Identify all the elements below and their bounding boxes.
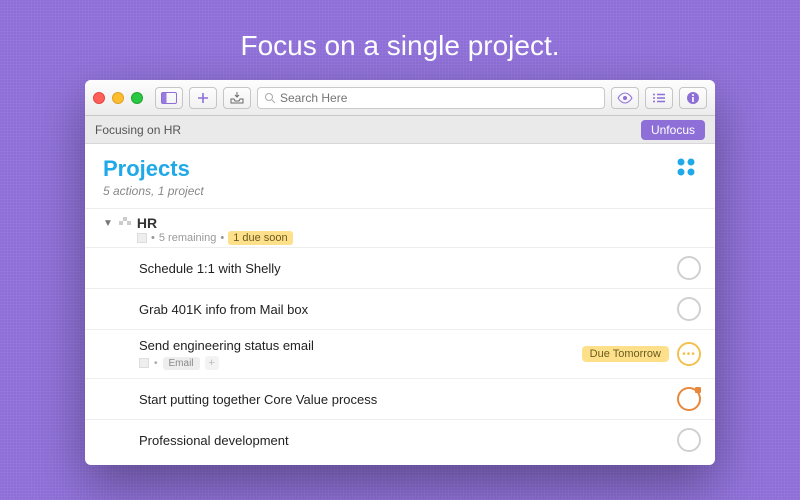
focus-bar-text: Focusing on HR xyxy=(95,123,181,137)
quick-entry-button[interactable] xyxy=(223,87,251,109)
task-tags: •Email+ xyxy=(139,356,574,370)
task-list: Schedule 1:1 with Shelly Grab 401K info f… xyxy=(85,247,715,460)
info-icon xyxy=(686,91,700,105)
task-status-circle[interactable]: ••• xyxy=(677,342,701,366)
perspective-title: Projects xyxy=(103,156,204,182)
projects-icon xyxy=(675,156,697,178)
task-row[interactable]: Grab 401K info from Mail box xyxy=(85,288,715,329)
add-button[interactable] xyxy=(189,87,217,109)
tag-chip[interactable]: Email xyxy=(163,357,200,370)
task-row[interactable]: Professional development xyxy=(85,419,715,460)
perspective-header: Projects 5 actions, 1 project xyxy=(85,144,715,208)
task-row[interactable]: Schedule 1:1 with Shelly xyxy=(85,247,715,288)
task-row[interactable]: Start putting together Core Value proces… xyxy=(85,378,715,419)
project-name: HR xyxy=(137,215,157,231)
list-icon xyxy=(652,93,666,103)
flag-placeholder-icon xyxy=(139,358,149,368)
zoom-window-button[interactable] xyxy=(131,92,143,104)
app-window: Focusing on HR Unfocus Projects 5 action… xyxy=(85,80,715,465)
project-type-icon xyxy=(119,217,131,229)
focus-bar: Focusing on HR Unfocus xyxy=(85,116,715,144)
toolbar xyxy=(85,80,715,116)
list-view-button[interactable] xyxy=(645,87,673,109)
content-area: Projects 5 actions, 1 project ▼ HR xyxy=(85,144,715,465)
task-status-circle[interactable] xyxy=(677,387,701,411)
task-status-circle[interactable] xyxy=(677,256,701,280)
window-controls xyxy=(93,92,143,104)
eye-icon xyxy=(617,92,633,104)
task-title: Start putting together Core Value proces… xyxy=(139,392,669,407)
search-icon xyxy=(264,92,276,104)
project-row[interactable]: ▼ HR • 5 remaining • 1 due soon xyxy=(85,208,715,247)
due-badge: Due Tomorrow xyxy=(582,346,669,362)
task-title: Professional development xyxy=(139,433,669,448)
hero-title: Focus on a single project. xyxy=(0,30,800,62)
plus-icon xyxy=(197,92,209,104)
task-title: Grab 401K info from Mail box xyxy=(139,302,669,317)
add-tag-button[interactable]: + xyxy=(205,356,219,370)
perspective-icon[interactable] xyxy=(675,156,697,178)
project-remaining-count: 5 remaining xyxy=(159,232,216,244)
task-status-circle[interactable] xyxy=(677,297,701,321)
inspector-button[interactable] xyxy=(679,87,707,109)
view-button[interactable] xyxy=(611,87,639,109)
task-status-circle[interactable] xyxy=(677,428,701,452)
sidebar-toggle-button[interactable] xyxy=(155,87,183,109)
task-title: Send engineering status email xyxy=(139,338,574,353)
project-due-badge: 1 due soon xyxy=(228,231,292,245)
unfocus-button[interactable]: Unfocus xyxy=(641,120,705,140)
close-window-button[interactable] xyxy=(93,92,105,104)
sidebar-icon xyxy=(161,92,177,104)
task-row[interactable]: Send engineering status email•Email+Due … xyxy=(85,329,715,378)
search-field[interactable] xyxy=(257,87,605,109)
minimize-window-button[interactable] xyxy=(112,92,124,104)
search-input[interactable] xyxy=(280,91,598,105)
inbox-icon xyxy=(230,92,244,104)
perspective-subtitle: 5 actions, 1 project xyxy=(103,184,204,198)
flag-placeholder-icon xyxy=(137,233,147,243)
project-meta: • 5 remaining • 1 due soon xyxy=(137,231,697,245)
task-title: Schedule 1:1 with Shelly xyxy=(139,261,669,276)
disclosure-triangle-icon[interactable]: ▼ xyxy=(103,218,113,229)
